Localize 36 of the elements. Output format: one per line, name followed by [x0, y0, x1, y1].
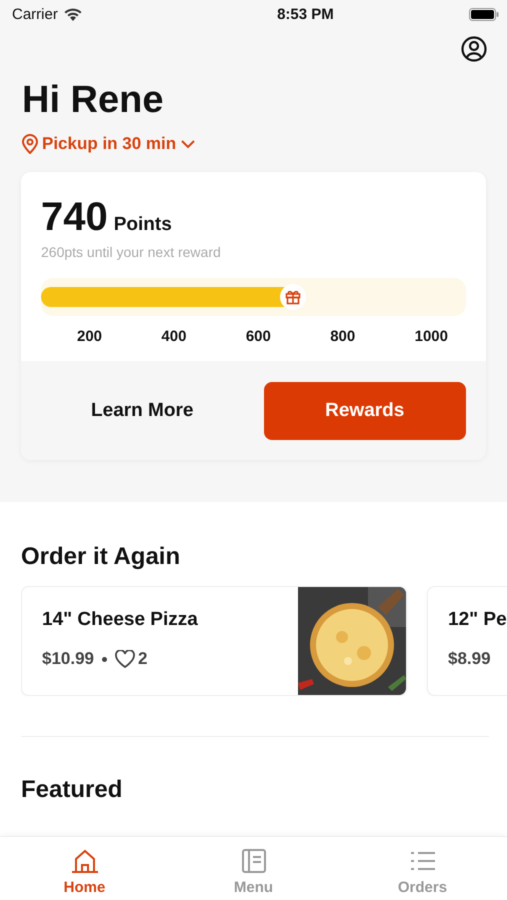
product-price: $10.99 — [42, 649, 94, 669]
product-card[interactable]: 14" Cheese Pizza $10.99 2 — [21, 586, 407, 696]
wifi-icon — [64, 8, 82, 20]
profile-icon[interactable] — [461, 36, 487, 62]
clock: 8:53 PM — [277, 6, 334, 22]
pickup-selector[interactable]: Pickup in 30 min — [22, 134, 196, 154]
product-price: $8.99 — [448, 649, 491, 669]
points-value: 740 — [41, 194, 108, 240]
tab-item[interactable]: Orders — [338, 837, 507, 900]
next-reward-text: 260pts until your next reward — [41, 244, 222, 260]
scale-label: 600 — [246, 328, 271, 345]
gift-icon — [280, 284, 306, 310]
bullet-icon — [102, 656, 107, 662]
learn-more-button[interactable]: Learn More — [41, 382, 244, 440]
section-title: Order it Again — [21, 542, 182, 572]
scale-label: 800 — [330, 328, 356, 345]
product-name: 12" Pe — [448, 609, 507, 631]
scale-label: 200 — [77, 328, 102, 345]
section-title: Featured — [21, 775, 124, 805]
heart-icon — [115, 650, 135, 668]
chevron-down-icon — [180, 139, 196, 149]
scale-label: 1000 — [414, 328, 448, 345]
notebook-icon — [240, 847, 266, 875]
scale-label: 400 — [161, 328, 186, 345]
product-card[interactable]: 12" Pe $8.99 — [427, 586, 507, 696]
greeting: Hi Rene — [22, 78, 164, 122]
carrier-label: Carrier — [12, 6, 58, 22]
location-pin-icon — [22, 134, 38, 154]
tab-item[interactable]: Home — [0, 837, 169, 900]
points-label: Points — [114, 214, 172, 236]
rewards-button[interactable]: Rewards — [264, 382, 466, 440]
like-count: 2 — [138, 649, 148, 669]
product-name: 14" Cheese Pizza — [42, 609, 199, 631]
home-icon — [70, 847, 98, 875]
tab-item[interactable]: Menu — [169, 837, 338, 900]
battery-icon — [468, 8, 499, 20]
